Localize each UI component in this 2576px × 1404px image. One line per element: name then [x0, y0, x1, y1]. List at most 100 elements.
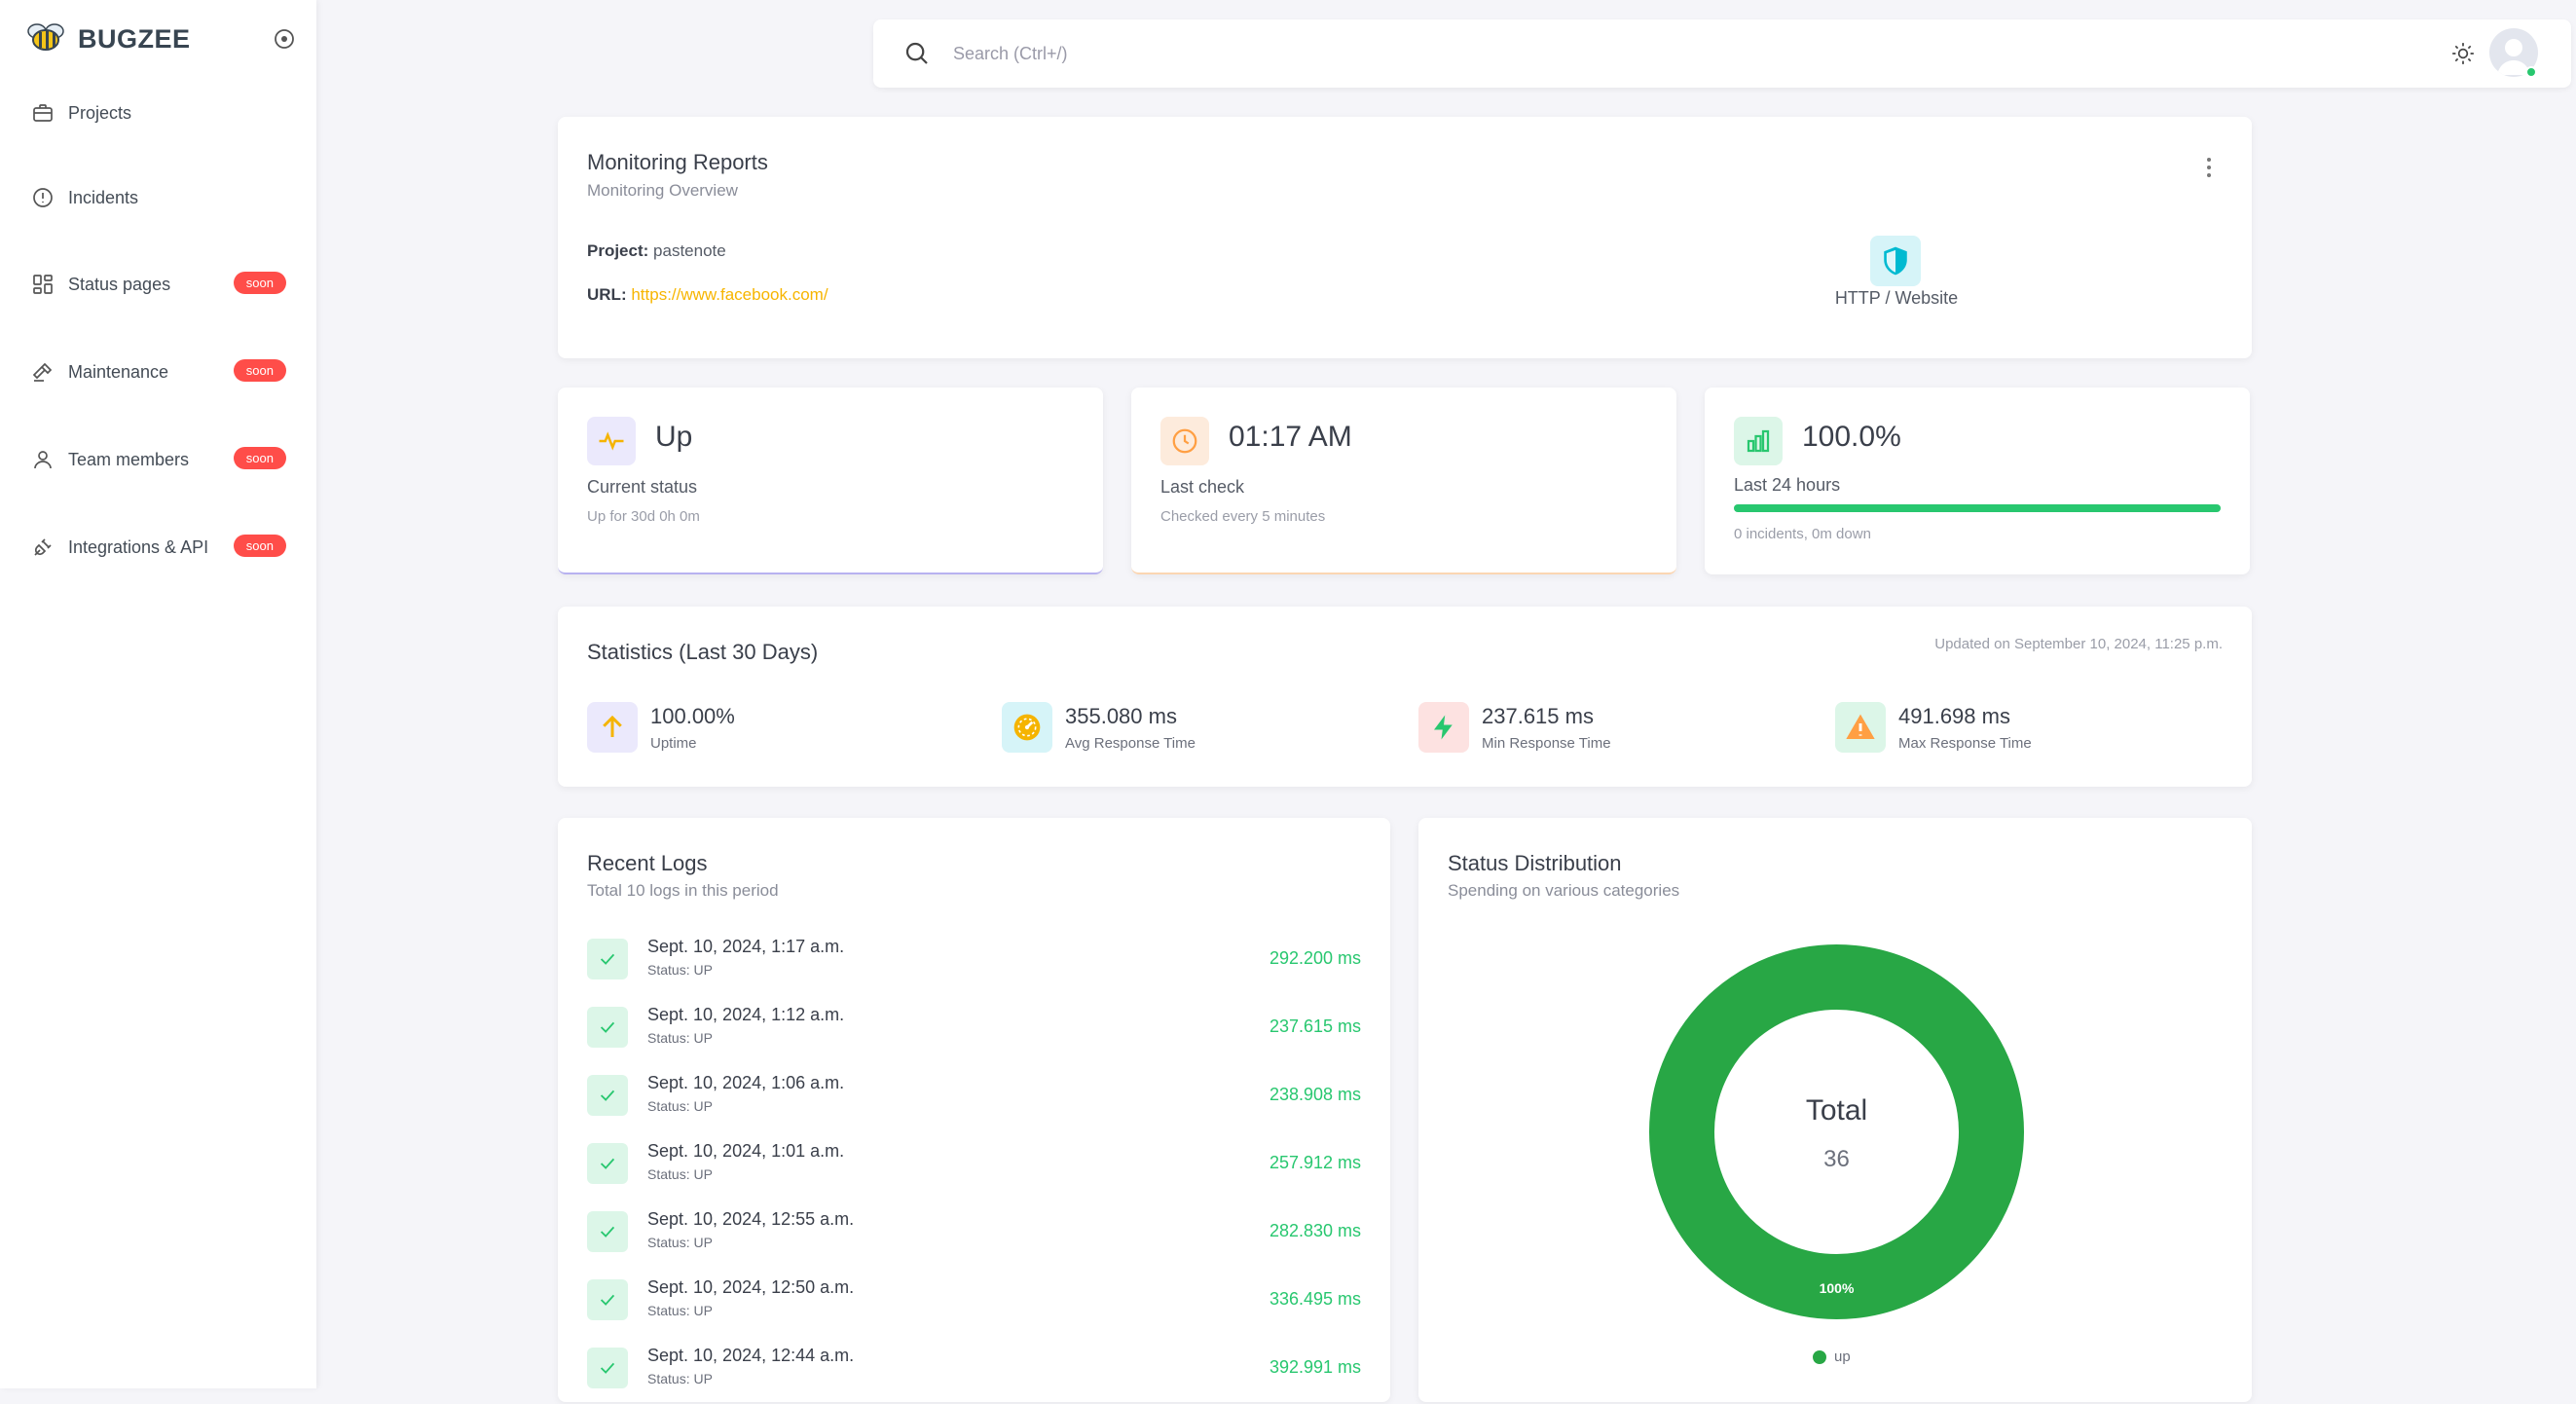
- status-value: Up: [655, 421, 693, 453]
- last-24h-card: 100.0% Last 24 hours 0 incidents, 0m dow…: [1705, 388, 2250, 574]
- last-check-value: 01:17 AM: [1229, 421, 1352, 453]
- log-row: Sept. 10, 2024, 1:12 a.m. Status: UP 237…: [587, 1005, 1361, 1063]
- speedometer-icon: [1002, 702, 1052, 753]
- log-status: Status: UP: [647, 1098, 713, 1114]
- metric-value: 237.615 ms: [1482, 704, 1594, 728]
- check-icon: [587, 1211, 628, 1252]
- url-link[interactable]: https://www.facebook.com/: [631, 285, 828, 304]
- soon-badge: soon: [233, 535, 286, 557]
- sun-icon[interactable]: [2450, 41, 2476, 66]
- sidebar-item-label: Team members: [68, 449, 190, 469]
- log-response-time: 237.615 ms: [1269, 1016, 1361, 1036]
- arrow-up-icon: [587, 702, 638, 753]
- metric-label: Uptime: [650, 735, 697, 752]
- warning-icon: [1835, 702, 1886, 753]
- status-distribution-card: Status Distribution Spending on various …: [1418, 818, 2252, 1402]
- briefcase-icon: [29, 99, 56, 127]
- metric-value: 491.698 ms: [1898, 704, 2010, 728]
- monitoring-subtitle: Monitoring Overview: [587, 181, 738, 200]
- user-icon: [29, 446, 56, 473]
- log-response-time: 392.991 ms: [1269, 1357, 1361, 1377]
- uptime-24h-value: 100.0%: [1802, 421, 1901, 453]
- log-status: Status: UP: [647, 1235, 713, 1250]
- updated-timestamp: Updated on September 10, 2024, 11:25 p.m…: [1934, 636, 2223, 652]
- bee-logo-icon: [25, 21, 66, 57]
- legend-label: up: [1834, 1349, 1851, 1365]
- soon-badge: soon: [233, 272, 286, 294]
- soon-badge: soon: [233, 447, 286, 469]
- log-response-time: 238.908 ms: [1269, 1085, 1361, 1104]
- sidebar-item-team-members[interactable]: Team members soon: [29, 440, 292, 479]
- log-row: Sept. 10, 2024, 1:06 a.m. Status: UP 238…: [587, 1073, 1361, 1131]
- sidebar-item-incidents[interactable]: Incidents: [29, 178, 292, 217]
- last-check-label: Last check: [1160, 477, 1245, 497]
- log-row: Sept. 10, 2024, 12:44 a.m. Status: UP 39…: [587, 1346, 1361, 1404]
- bar-chart-icon: [1734, 417, 1783, 465]
- log-response-time: 257.912 ms: [1269, 1153, 1361, 1172]
- metric-uptime: 100.00% Uptime: [587, 702, 976, 760]
- uptime-24h-note: 0 incidents, 0m down: [1734, 526, 1871, 542]
- logs-subtitle: Total 10 logs in this period: [587, 881, 779, 900]
- project-line: Project: pastenote: [587, 241, 726, 261]
- recent-logs-card: Recent Logs Total 10 logs in this period…: [558, 818, 1390, 1402]
- log-row: Sept. 10, 2024, 12:50 a.m. Status: UP 33…: [587, 1277, 1361, 1336]
- log-date: Sept. 10, 2024, 1:12 a.m.: [647, 1005, 845, 1024]
- sidebar-item-label: Maintenance: [68, 361, 169, 382]
- log-date: Sept. 10, 2024, 1:17 a.m.: [647, 937, 845, 956]
- sidebar-item-maintenance[interactable]: Maintenance soon: [29, 352, 292, 391]
- topbar: [873, 19, 2571, 88]
- donut-center-label: Total: [1806, 1094, 1867, 1127]
- search-icon[interactable]: [902, 39, 932, 68]
- collapse-sidebar-icon[interactable]: [273, 27, 296, 51]
- log-date: Sept. 10, 2024, 12:44 a.m.: [647, 1346, 855, 1365]
- status-label: Current status: [587, 477, 698, 497]
- donut-slice-up[interactable]: [1649, 944, 2024, 1319]
- log-row: Sept. 10, 2024, 1:17 a.m. Status: UP 292…: [587, 937, 1361, 995]
- chart-legend[interactable]: up: [1813, 1349, 1851, 1365]
- pulse-icon: [587, 417, 636, 465]
- sidebar-item-label: Status pages: [68, 274, 171, 294]
- more-options-icon[interactable]: [2205, 156, 2213, 179]
- clock-icon: [1160, 417, 1209, 465]
- alert-circle-icon: [29, 184, 56, 211]
- statistics-title: Statistics (Last 30 Days): [587, 640, 819, 664]
- sidebar-item-label: Projects: [68, 102, 132, 123]
- brand[interactable]: BUGZEE: [25, 21, 191, 56]
- monitoring-card: Monitoring Reports Monitoring Overview P…: [558, 117, 2252, 358]
- metric-label: Max Response Time: [1898, 735, 2032, 752]
- check-icon: [587, 1143, 628, 1184]
- log-response-time: 336.495 ms: [1269, 1289, 1361, 1309]
- metric-label: Min Response Time: [1482, 735, 1611, 752]
- log-response-time: 292.200 ms: [1269, 948, 1361, 968]
- uptime-progress-fill: [1734, 504, 2221, 512]
- log-status: Status: UP: [647, 1303, 713, 1318]
- soon-badge: soon: [233, 359, 286, 382]
- monitor-type-label: HTTP / Website: [1834, 288, 1959, 308]
- lightning-icon: [1418, 702, 1469, 753]
- sidebar-item-projects[interactable]: Projects: [29, 93, 292, 132]
- sidebar-item-integrations[interactable]: Integrations & API soon: [29, 528, 292, 567]
- sidebar: BUGZEE Projects Incidents Status pages s…: [0, 0, 316, 1388]
- brand-name: BUGZEE: [78, 23, 191, 54]
- shield-icon: [1870, 236, 1921, 286]
- donut-slice-label: 100%: [1820, 1280, 1855, 1296]
- sidebar-item-label: Integrations & API: [68, 536, 209, 557]
- check-icon: [587, 1007, 628, 1048]
- log-row: Sept. 10, 2024, 1:01 a.m. Status: UP 257…: [587, 1141, 1361, 1200]
- donut-chart: Total 36 100%: [1649, 944, 2024, 1319]
- search-input[interactable]: [951, 36, 1827, 71]
- online-status-dot: [2525, 66, 2537, 78]
- metric-value: 355.080 ms: [1065, 704, 1177, 728]
- legend-dot: [1813, 1349, 1826, 1364]
- statistics-card: Statistics (Last 30 Days) Updated on Sep…: [558, 607, 2252, 787]
- check-icon: [587, 1075, 628, 1116]
- project-label: Project:: [587, 241, 649, 260]
- metric-min-response: 237.615 ms Min Response Time: [1418, 702, 1808, 760]
- metric-avg-response: 355.080 ms Avg Response Time: [1002, 702, 1391, 760]
- log-status: Status: UP: [647, 1371, 713, 1386]
- check-icon: [587, 1348, 628, 1388]
- sidebar-item-status-pages[interactable]: Status pages soon: [29, 265, 292, 304]
- project-value: pastenote: [653, 241, 726, 260]
- donut-center-value: 36: [1823, 1146, 1850, 1172]
- log-date: Sept. 10, 2024, 1:06 a.m.: [647, 1073, 845, 1092]
